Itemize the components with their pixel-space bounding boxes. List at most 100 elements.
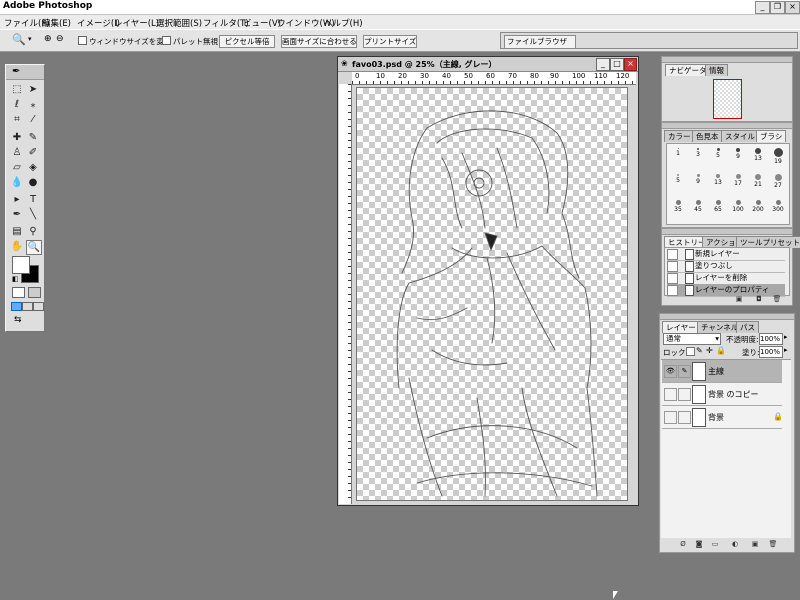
menu-edit[interactable]: 編集(E) — [42, 17, 71, 29]
brush-preset[interactable]: 5 — [671, 172, 685, 192]
default-colors-icon[interactable]: ◧ — [12, 275, 19, 283]
blur-tool-icon[interactable]: 💧 — [10, 176, 24, 189]
fit-screen-button[interactable]: 画面サイズに合わせる — [281, 35, 357, 48]
tab-navigator[interactable]: ナビゲータ — [665, 64, 711, 76]
menu-select[interactable]: 選択範囲(S) — [156, 17, 202, 29]
menu-help[interactable]: ヘルプ(H) — [324, 17, 363, 29]
crop-tool-icon[interactable]: ⌗ — [10, 113, 24, 126]
new-document-from-state-icon[interactable]: ▣ — [734, 295, 744, 304]
screen-mode-full-icon[interactable] — [33, 302, 44, 311]
trash-icon[interactable]: 🗑 — [772, 295, 782, 304]
menu-view[interactable]: ビュー(V) — [243, 17, 281, 29]
trash-icon[interactable]: 🗑 — [768, 540, 778, 549]
lock-paint-icon[interactable]: ✎ — [696, 346, 703, 355]
brush-preset[interactable]: 13 — [751, 146, 765, 166]
document-maximize-icon[interactable]: □ — [610, 58, 624, 71]
dodge-tool-icon[interactable]: ● — [26, 176, 40, 189]
resize-windows-checkbox[interactable]: ウィンドウサイズを変更 — [78, 36, 171, 47]
marquee-tool-icon[interactable]: ⬚ — [10, 83, 24, 96]
snapshot-icon[interactable]: ◘ — [754, 295, 764, 304]
ignore-palettes-checkbox[interactable]: パレット無視 — [162, 36, 218, 47]
tab-paths[interactable]: パス — [736, 321, 759, 333]
screen-mode-standard-icon[interactable] — [11, 302, 22, 311]
brush-preset[interactable]: 9 — [691, 172, 705, 192]
eraser-tool-icon[interactable]: ▱ — [10, 161, 24, 174]
lock-all-icon[interactable]: 🔒 — [716, 346, 726, 355]
brush-preset[interactable]: 5 — [711, 146, 725, 166]
visibility-box[interactable] — [664, 388, 677, 401]
brush-tool-icon[interactable]: ✎ — [26, 131, 40, 144]
eye-icon[interactable]: 👁 — [664, 365, 677, 378]
restore-icon[interactable]: ❐ — [770, 1, 785, 14]
brush-preset[interactable]: 45 — [691, 198, 705, 218]
eyedropper-icon[interactable]: ⚲ — [26, 225, 40, 238]
opacity-slider-arrow-icon[interactable]: ▸ — [784, 333, 788, 341]
brush-preset[interactable]: 65 — [711, 198, 725, 218]
tab-styles[interactable]: スタイル — [721, 130, 759, 142]
history-brush-icon[interactable]: ✐ — [26, 146, 40, 159]
menu-filter[interactable]: フィルタ(T) — [203, 17, 249, 29]
slice-tool-icon[interactable]: ⁄ — [26, 113, 40, 126]
foreground-color-swatch[interactable] — [12, 256, 30, 274]
tab-swatches[interactable]: 色見本 — [692, 130, 723, 142]
document-close-icon[interactable]: × — [624, 58, 637, 71]
tab-brushes[interactable]: ブラシ — [756, 130, 787, 142]
paint-brush-icon[interactable]: ✎ — [678, 365, 691, 378]
link-box[interactable] — [678, 411, 691, 424]
brush-preset[interactable]: 35 — [671, 198, 685, 218]
lock-move-icon[interactable]: ✛ — [706, 346, 713, 355]
magic-wand-icon[interactable]: ⁎ — [26, 98, 40, 111]
brush-preset[interactable]: 21 — [751, 172, 765, 192]
quick-mask-icon[interactable] — [28, 287, 41, 298]
fill-input[interactable]: 100% — [759, 346, 783, 358]
path-selection-icon[interactable]: ▸ — [10, 193, 24, 206]
menu-layer[interactable]: レイヤー(L) — [114, 17, 159, 29]
brush-preset[interactable]: 3 — [691, 146, 705, 166]
jump-to-imageready-icon[interactable]: ⇆ — [14, 315, 22, 325]
adjustment-layer-icon[interactable]: ◐ — [730, 540, 740, 549]
brush-preset[interactable]: 13 — [711, 172, 725, 192]
brush-preset[interactable]: 27 — [771, 172, 785, 192]
link-box[interactable] — [678, 388, 691, 401]
brush-preset[interactable]: 1 — [671, 146, 685, 166]
healing-brush-icon[interactable]: ✚ — [10, 131, 24, 144]
new-set-icon[interactable]: ▭ — [710, 540, 720, 549]
layer-mask-icon[interactable]: ◙ — [694, 540, 704, 549]
layer-row[interactable]: 背景 のコピー — [662, 383, 782, 406]
navigator-preview[interactable] — [713, 79, 742, 119]
paint-bucket-icon[interactable]: ◈ — [26, 161, 40, 174]
brush-preset[interactable]: 100 — [731, 198, 745, 218]
document-minimize-icon[interactable]: _ — [596, 58, 610, 71]
print-size-button[interactable]: プリントサイズ — [363, 35, 417, 48]
fill-slider-arrow-icon[interactable]: ▸ — [784, 346, 788, 354]
layer-style-icon[interactable]: Ø — [678, 540, 688, 549]
brush-preset[interactable]: 19 — [771, 146, 785, 166]
history-item-current[interactable]: レイヤーのプロパティ — [667, 284, 785, 297]
brush-preset[interactable]: 17 — [731, 172, 745, 192]
notes-tool-icon[interactable]: ▤ — [10, 225, 24, 238]
zoom-in-icon[interactable]: ⊕ — [44, 34, 52, 44]
brush-preset[interactable]: 300 — [771, 198, 785, 218]
new-layer-icon[interactable]: ▣ — [750, 540, 760, 549]
type-tool-icon[interactable]: T — [26, 193, 40, 206]
minimize-icon[interactable]: _ — [755, 1, 770, 14]
visibility-box[interactable] — [664, 411, 677, 424]
tab-info[interactable]: 情報 — [705, 64, 728, 76]
hand-tool-icon[interactable]: ✋ — [10, 240, 24, 253]
tab-layers[interactable]: レイヤー — [662, 321, 700, 333]
standard-mode-icon[interactable] — [12, 287, 25, 298]
zoom-out-icon[interactable]: ⊖ — [56, 34, 64, 44]
layer-row[interactable]: 背景 🔒 — [662, 406, 783, 429]
close-icon[interactable]: × — [785, 1, 800, 14]
blend-mode-select[interactable]: 通常 ▾ — [663, 333, 721, 345]
tab-color[interactable]: カラー — [664, 130, 695, 142]
layer-row-selected[interactable]: 👁 ✎ 主線 — [662, 360, 782, 383]
line-tool-icon[interactable]: ╲ — [26, 208, 40, 221]
clone-stamp-icon[interactable]: ♙ — [10, 146, 24, 159]
brush-preset[interactable]: 200 — [751, 198, 765, 218]
zoom-tool-icon[interactable]: 🔍 — [12, 33, 26, 46]
chevron-down-icon[interactable]: ▾ — [28, 35, 32, 43]
opacity-input[interactable]: 100% — [759, 333, 783, 345]
brush-preset[interactable]: 9 — [731, 146, 745, 166]
lasso-tool-icon[interactable]: ℓ — [10, 98, 24, 111]
